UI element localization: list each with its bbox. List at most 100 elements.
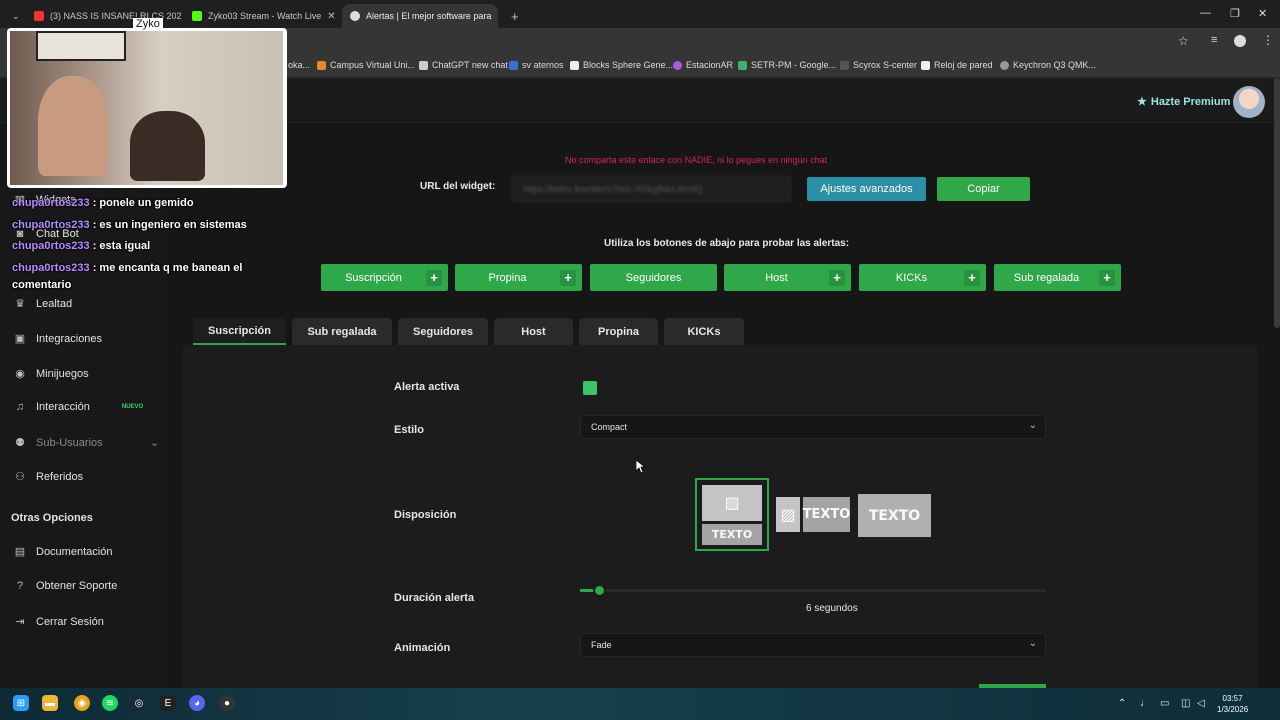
tab-suscripcion[interactable]: Suscripción bbox=[193, 318, 286, 345]
advanced-settings-button[interactable]: Ajustes avanzados bbox=[807, 177, 926, 201]
person-image bbox=[38, 76, 108, 176]
microphone-icon[interactable]: ♩ bbox=[1140, 698, 1150, 709]
bookmark-item[interactable]: Blocks Sphere Gene... bbox=[570, 60, 673, 70]
webcam-video bbox=[10, 31, 283, 185]
discord-icon[interactable]: ◕ bbox=[189, 695, 205, 711]
layout-option-overlay[interactable]: TEXTO bbox=[858, 494, 931, 537]
bookmark-item[interactable]: Campus Virtual Uni... bbox=[317, 60, 415, 70]
test-kicks-button[interactable]: KICKs + bbox=[859, 264, 986, 291]
close-tab-icon[interactable]: ✕ bbox=[327, 11, 335, 22]
bookmark-item[interactable]: Reloj de pared bbox=[921, 60, 993, 70]
test-seguidores-button[interactable]: Seguidores bbox=[590, 264, 717, 291]
minimize-icon[interactable]: — bbox=[1200, 7, 1211, 19]
tab-list-button[interactable]: ⌄ bbox=[4, 4, 24, 28]
tab-propina[interactable]: Propina bbox=[579, 318, 658, 345]
test-host-button[interactable]: Host + bbox=[724, 264, 851, 291]
browser-tab-kick[interactable]: Zyko03 Stream - Watch Live ✕ bbox=[184, 4, 339, 28]
layout-option-stacked[interactable]: ▨ TEXTO bbox=[695, 478, 769, 551]
active-label: Alerta activa bbox=[394, 381, 460, 393]
bookmark-icon bbox=[509, 60, 518, 70]
steam-icon[interactable]: ◎ bbox=[131, 695, 147, 711]
maximize-icon[interactable]: ❐ bbox=[1230, 7, 1240, 20]
chat-message: comentario bbox=[12, 279, 71, 291]
sidebar-item-minijuegos[interactable]: ◉ Minijuegos bbox=[14, 367, 88, 381]
chat-username: chupa0rtos233 bbox=[12, 197, 90, 209]
chat-text: : es un ingeniero en sistemas bbox=[89, 219, 247, 231]
star-icon: ★ bbox=[1137, 96, 1147, 108]
plus-icon: + bbox=[964, 269, 980, 286]
tab-kicks[interactable]: KICKs bbox=[664, 318, 744, 345]
copy-button[interactable]: Copiar bbox=[937, 177, 1030, 201]
chat-username: chupa0rtos233 bbox=[12, 262, 90, 274]
new-badge: NUEVO bbox=[121, 404, 144, 410]
sidebar-item-cerrar-sesion[interactable]: ⇥ Cerrar Sesión bbox=[14, 615, 104, 629]
tab-sub-regalada[interactable]: Sub regalada bbox=[292, 318, 392, 345]
sidebar-item-interaccion[interactable]: ♫ Interacción NUEVO bbox=[14, 401, 143, 413]
duration-slider-track[interactable] bbox=[580, 589, 1046, 592]
bookmark-item[interactable]: sv aternos bbox=[509, 60, 564, 70]
bookmark-item[interactable]: EstacionAR bbox=[673, 60, 733, 70]
streamer-name: Zyko bbox=[133, 18, 163, 30]
duration-slider-thumb[interactable] bbox=[592, 584, 606, 597]
volume-icon[interactable]: ◁ bbox=[1197, 698, 1205, 709]
sidebar-item-referidos[interactable]: ⚇ Referidos bbox=[14, 470, 83, 484]
sidebar-item-label: Lealtad bbox=[36, 297, 73, 310]
style-select[interactable]: Compact ⌄ bbox=[580, 415, 1046, 439]
layout-label: Disposición bbox=[394, 509, 457, 521]
chevron-down-icon: ⌄ bbox=[1028, 638, 1037, 649]
sidebar-item-soporte[interactable]: ? Obtener Soporte bbox=[14, 580, 117, 592]
animation-select[interactable]: Fade ⌄ bbox=[580, 633, 1046, 657]
file-explorer-icon[interactable]: ▬ bbox=[42, 695, 58, 711]
logout-icon: ⇥ bbox=[15, 616, 25, 628]
bookmark-item[interactable]: oka... bbox=[288, 60, 310, 70]
avatar[interactable] bbox=[1233, 86, 1265, 118]
new-tab-button[interactable]: + bbox=[503, 4, 523, 28]
test-propina-button[interactable]: Propina + bbox=[455, 264, 582, 291]
wifi-icon[interactable]: ◫ bbox=[1181, 698, 1190, 709]
plus-icon: + bbox=[426, 269, 442, 286]
bookmark-star-icon[interactable]: ☆ bbox=[1178, 34, 1189, 48]
active-checkbox[interactable] bbox=[583, 381, 597, 395]
profile-icon[interactable] bbox=[1234, 35, 1246, 47]
browser-tab-alertas[interactable]: Alertas | El mejor software para ✕ bbox=[342, 4, 498, 28]
close-window-icon[interactable]: ✕ bbox=[1258, 7, 1267, 20]
sidebar-item-documentacion[interactable]: ▤ Documentación bbox=[14, 545, 113, 559]
tray-chevron-icon[interactable]: ⌃ bbox=[1118, 698, 1126, 709]
bookmark-icon bbox=[673, 60, 682, 70]
users-icon: ⚉ bbox=[15, 437, 25, 449]
chat-text: : ponele un gemido bbox=[89, 197, 194, 209]
sidebar-item-integraciones[interactable]: ▣ Integraciones bbox=[14, 332, 102, 346]
taskbar-clock[interactable]: 03:57 1/3/2026 bbox=[1217, 693, 1248, 715]
test-sub-regalada-button[interactable]: Sub regalada + bbox=[994, 264, 1121, 291]
tab-search-icon[interactable]: ≡ bbox=[1211, 34, 1217, 46]
windows-start-icon[interactable]: ⊞ bbox=[13, 695, 29, 711]
duration-label: Duración alerta bbox=[394, 592, 475, 604]
bookmark-item[interactable]: ChatGPT new chat bbox=[419, 60, 508, 70]
menu-icon[interactable]: ⋮ bbox=[1262, 33, 1274, 47]
tab-seguidores[interactable]: Seguidores bbox=[398, 318, 488, 345]
test-suscripcion-button[interactable]: Suscripción + bbox=[321, 264, 448, 291]
sidebar-item-label: Sub-Usuarios bbox=[36, 436, 103, 449]
page-scrollbar[interactable] bbox=[1274, 78, 1280, 328]
premium-link[interactable]: ★ Hazte Premium bbox=[1137, 95, 1230, 109]
layout-option-inline[interactable]: ▨ TEXTO bbox=[776, 497, 850, 532]
spotify-icon[interactable]: ≋ bbox=[102, 695, 118, 711]
chat-message: chupa0rtos233 : me encanta q me banean e… bbox=[12, 262, 243, 274]
tab-host[interactable]: Host bbox=[494, 318, 573, 345]
youtube-icon bbox=[34, 11, 44, 21]
bookmark-item[interactable]: Scyrox S-center bbox=[840, 60, 917, 70]
epic-games-icon[interactable]: E bbox=[160, 695, 176, 711]
gamepad-icon: ◉ bbox=[15, 368, 25, 380]
close-tab-icon[interactable]: ✕ bbox=[497, 11, 498, 22]
sidebar-item-label: Cerrar Sesión bbox=[36, 615, 104, 628]
image-icon: ▨ bbox=[776, 497, 800, 532]
chrome-icon[interactable]: ◉ bbox=[74, 695, 90, 711]
google-drive-icon bbox=[738, 60, 747, 70]
widget-url-field[interactable]: https://botrix.live/alerts?bid=Xf3kg8duL… bbox=[512, 176, 791, 202]
sidebar-item-sub-usuarios[interactable]: ⚉ Sub-Usuarios ⌄ bbox=[14, 436, 159, 450]
network-icon[interactable]: ▭ bbox=[1160, 698, 1169, 709]
sidebar-item-lealtad[interactable]: ♛ Lealtad bbox=[14, 297, 73, 311]
bookmark-item[interactable]: Keychron Q3 QMK... bbox=[1000, 60, 1096, 70]
bookmark-item[interactable]: SETR-PM - Google... bbox=[738, 60, 836, 70]
obs-icon[interactable]: ● bbox=[219, 695, 235, 711]
